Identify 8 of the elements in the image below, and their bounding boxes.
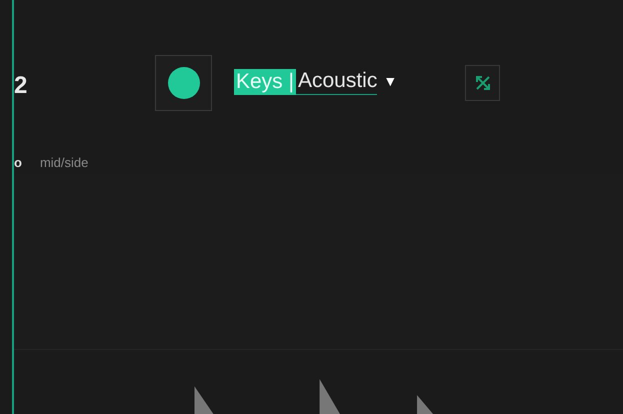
mid-side-option[interactable]: mid/side	[40, 153, 88, 172]
record-arm-button[interactable]	[155, 55, 212, 111]
track-name-text[interactable]: Acoustic	[296, 68, 378, 96]
toolbar-button[interactable]	[465, 65, 500, 101]
dropdown-caret[interactable]: ▼	[383, 72, 398, 90]
track-number: 2	[14, 74, 28, 98]
cross-arrows-icon	[474, 75, 490, 91]
stereo-label: o	[14, 154, 22, 172]
